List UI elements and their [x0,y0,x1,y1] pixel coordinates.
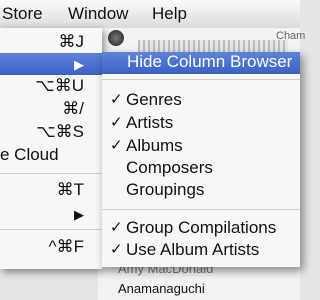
shortcut-label: ⌘/ [62,99,84,118]
artists-item[interactable]: ✓ Artists [102,113,300,135]
menu-help[interactable]: Help [152,4,187,24]
hide-column-browser-item[interactable]: Hide Column Browser [102,52,300,74]
composers-item[interactable]: Composers [102,158,300,180]
menu-separator [102,209,300,210]
menu-store[interactable]: Store [2,4,43,24]
submenu-arrow-icon: ▶ [74,207,84,222]
menu-item[interactable]: ⌘/ [0,99,102,121]
menu-separator [0,229,102,230]
shortcut-label: ⌥⌘U [35,76,84,95]
use-album-artists-item[interactable]: ✓ Use Album Artists [102,240,300,262]
menu-item-column-browser[interactable]: ▶ [0,53,102,75]
checkmark-icon: ✓ [110,241,123,258]
album-art-icon [108,30,124,46]
progress-strip [138,40,288,52]
shortcut-label: ⌘J [58,32,85,51]
menu-item[interactable]: ⌥⌘U [0,76,102,98]
checkmark-icon: ✓ [110,137,123,154]
menu-separator [0,173,102,174]
menu-item[interactable]: ⌘T [0,180,102,202]
menu-item-label: e Cloud [0,145,59,164]
checkmark-icon: ✓ [110,91,123,108]
genres-item[interactable]: ✓ Genres [102,90,300,112]
menu-item[interactable]: ▶ [0,203,102,225]
menu-item[interactable]: ^⌘F [0,237,102,259]
view-menu-dropdown: ⌘J ▶ ⌥⌘U ⌘/ ⌥⌘S e Cloud ⌘T ▶ ^⌘F [0,28,102,269]
menu-item[interactable]: ⌘J [0,32,102,54]
checkmark-icon: ✓ [110,219,123,236]
submenu-arrow-icon: ▶ [74,57,84,72]
group-compilations-item[interactable]: ✓ Group Compilations [102,218,300,240]
shortcut-label: ⌘T [56,180,84,199]
shortcut-label: ⌥⌘S [36,122,84,141]
menu-window[interactable]: Window [68,4,128,24]
menu-separator [102,79,300,80]
list-item[interactable]: Anamanaguchi [118,281,205,296]
now-playing-text: Cham [276,30,306,42]
checkmark-icon: ✓ [110,114,123,131]
menu-item[interactable]: ⌥⌘S [0,122,102,144]
column-browser-submenu: Hide Column Browser ✓ Genres ✓ Artists ✓… [102,52,300,267]
menu-bar: Store Window Help [0,0,300,29]
groupings-item[interactable]: Groupings [102,180,300,202]
menu-item-cloud[interactable]: e Cloud [0,145,102,167]
albums-item[interactable]: ✓ Albums [102,136,300,158]
shortcut-label: ^⌘F [48,237,84,256]
